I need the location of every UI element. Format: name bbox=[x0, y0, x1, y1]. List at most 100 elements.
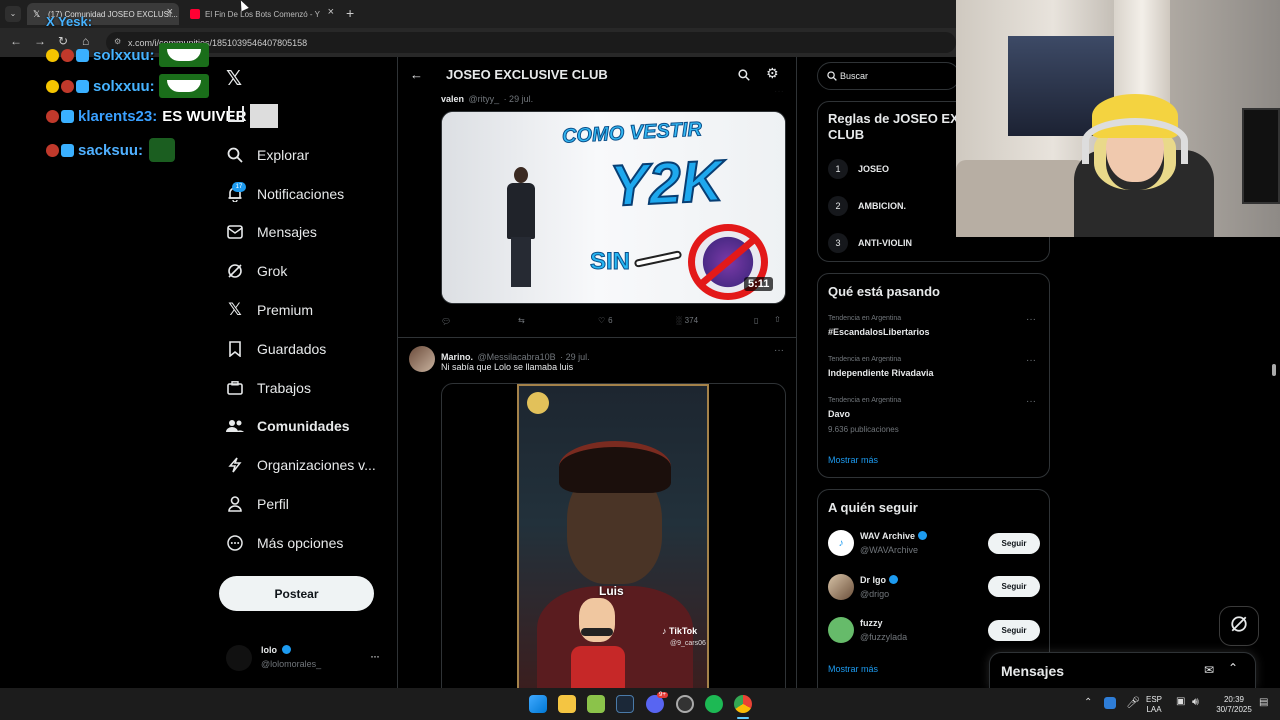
back-arrow-icon[interactable]: ← bbox=[410, 67, 423, 82]
tab-label: El Fin De Los Bots Comenzó - Y bbox=[205, 9, 321, 19]
sidebar-item-grok[interactable]: Grok bbox=[226, 256, 287, 286]
show-more-follow-link[interactable]: Mostrar más bbox=[828, 664, 878, 674]
repost-button[interactable]: ⇆ bbox=[518, 316, 525, 325]
sidebar-item-communities[interactable]: Comunidades bbox=[226, 411, 350, 441]
tray-app-icon[interactable] bbox=[1104, 697, 1116, 709]
verified-icon bbox=[281, 645, 291, 654]
back-arrow-icon[interactable]: ← bbox=[10, 34, 22, 48]
tray-chevron-icon[interactable]: ⌃ bbox=[1084, 697, 1092, 708]
search-icon[interactable] bbox=[738, 68, 750, 86]
follow-name[interactable]: fuzzy bbox=[860, 618, 883, 628]
url-field[interactable]: ⚙ x.com/i/communities/185103954640780515… bbox=[106, 32, 956, 53]
post-date[interactable]: · 29 jul. bbox=[560, 352, 590, 362]
spotify-icon[interactable] bbox=[705, 695, 723, 713]
chat-user: solxxuu: bbox=[93, 46, 155, 64]
follow-button[interactable]: Seguir bbox=[988, 620, 1040, 641]
sidebar-item-label: Perfil bbox=[257, 496, 289, 512]
new-tab-button[interactable]: + bbox=[346, 5, 354, 21]
keyboard-language[interactable]: ESP LAA bbox=[1146, 695, 1162, 715]
show-more-trends-link[interactable]: Mostrar más bbox=[828, 455, 878, 465]
badge-icon bbox=[46, 109, 59, 123]
share-button[interactable]: ⇧ bbox=[774, 315, 781, 324]
messages-drawer[interactable]: Mensajes ✉ ⌃ bbox=[989, 652, 1256, 688]
active-app-indicator bbox=[737, 717, 749, 719]
more-icon[interactable]: ··· bbox=[370, 649, 380, 663]
follow-button[interactable]: Seguir bbox=[988, 533, 1040, 554]
post-media[interactable]: Luis ♪ TikTok @9_cars06 bbox=[441, 383, 786, 688]
sidebar-item-premium[interactable]: 𝕏 Premium bbox=[226, 295, 313, 325]
notification-center-icon[interactable]: ▤ bbox=[1259, 697, 1268, 708]
close-tab-icon[interactable]: × bbox=[328, 6, 334, 18]
app-icon[interactable] bbox=[587, 695, 605, 713]
microphone-icon[interactable]: 🎤︎ bbox=[1126, 696, 1140, 709]
badge-icon bbox=[61, 143, 74, 157]
rule-label[interactable]: AMBICION. bbox=[858, 201, 906, 211]
sidebar-item-profile[interactable]: Perfil bbox=[226, 489, 289, 519]
follow-name[interactable]: Dr Igo bbox=[860, 575, 898, 585]
views-button[interactable]: ░ 374 bbox=[676, 316, 698, 325]
smile-emote-icon bbox=[158, 74, 209, 98]
chrome-icon[interactable] bbox=[734, 695, 752, 713]
sidebar-item-more[interactable]: Más opciones bbox=[226, 528, 343, 558]
new-message-icon[interactable]: ✉ bbox=[1204, 663, 1214, 677]
settings-gear-icon[interactable]: ⚙ bbox=[766, 65, 779, 82]
trend-more-icon[interactable]: ··· bbox=[1026, 396, 1036, 407]
grok-button[interactable] bbox=[1219, 606, 1259, 646]
expand-up-icon[interactable]: ⌃ bbox=[1228, 661, 1238, 675]
post-more-icon[interactable]: ··· bbox=[774, 345, 784, 356]
sidebar-item-organizations[interactable]: Organizaciones v... bbox=[226, 450, 376, 480]
sidebar-item-bookmarks[interactable]: Guardados bbox=[226, 334, 326, 364]
post-author[interactable]: valen bbox=[441, 94, 464, 104]
home-icon[interactable] bbox=[228, 106, 244, 122]
monitor bbox=[1242, 108, 1280, 204]
badge-icon bbox=[61, 79, 74, 93]
file-explorer-icon[interactable] bbox=[558, 695, 576, 713]
steam-icon[interactable] bbox=[616, 695, 634, 713]
obs-icon[interactable] bbox=[676, 695, 694, 713]
sidebar-item-jobs[interactable]: Trabajos bbox=[226, 373, 311, 403]
forward-arrow-icon[interactable]: → bbox=[34, 34, 46, 48]
reply-button[interactable]: 💬︎ bbox=[441, 317, 451, 326]
like-button[interactable]: ♡ 6 bbox=[598, 316, 613, 325]
post-divider bbox=[398, 337, 796, 338]
rule-label[interactable]: JOSEO bbox=[858, 164, 889, 174]
x-logo-icon[interactable]: 𝕏 bbox=[226, 66, 242, 91]
windows-start-icon[interactable] bbox=[529, 695, 547, 713]
avatar[interactable] bbox=[409, 346, 435, 372]
sidebar-item-messages[interactable]: Mensajes bbox=[226, 217, 317, 247]
badge-icon bbox=[76, 79, 89, 93]
smile-emote-icon bbox=[158, 43, 209, 67]
volume-icon[interactable]: 🔊︎ bbox=[1192, 696, 1199, 709]
sofa bbox=[956, 160, 1086, 237]
page-scrollbar[interactable] bbox=[1272, 364, 1276, 376]
follow-button[interactable]: Seguir bbox=[988, 576, 1040, 597]
post-date[interactable]: · 29 jul. bbox=[504, 94, 534, 104]
search-input[interactable]: Buscar bbox=[817, 62, 960, 90]
bookmark-button[interactable]: ▯ bbox=[754, 316, 758, 325]
sidebar-item-label: Notificaciones bbox=[257, 186, 345, 202]
sidebar-item-explore[interactable]: Explorar bbox=[226, 140, 309, 170]
thumb-title-2: Y2K bbox=[607, 147, 725, 220]
trend-more-icon[interactable]: ··· bbox=[1026, 355, 1036, 366]
badge-icon bbox=[46, 79, 59, 93]
clock[interactable]: 20:39 30/7/2025 bbox=[1212, 695, 1256, 715]
image-label: Luis bbox=[599, 584, 624, 598]
follow-name[interactable]: WAV Archive bbox=[860, 531, 927, 541]
badge-icon bbox=[61, 48, 74, 62]
chat-user: sacksuu: bbox=[78, 141, 144, 159]
video-thumbnail[interactable]: COMO VESTIR Y2K SIN 5:11 bbox=[441, 111, 786, 304]
tab-youtube[interactable]: El Fin De Los Bots Comenzó - Y × bbox=[184, 3, 340, 25]
post-button[interactable]: Postear bbox=[219, 576, 374, 611]
trend-more-icon[interactable]: ··· bbox=[1026, 314, 1036, 325]
avatar[interactable] bbox=[828, 617, 854, 643]
post-author[interactable]: Marino. bbox=[441, 352, 473, 362]
network-icon[interactable]: ▣ bbox=[1176, 696, 1185, 707]
avatar[interactable]: ♪ bbox=[828, 530, 854, 556]
close-tab-icon[interactable]: × bbox=[167, 6, 173, 18]
avatar[interactable] bbox=[828, 574, 854, 600]
tab-list-button[interactable]: ⌄ bbox=[5, 6, 21, 22]
rule-label[interactable]: ANTI-VIOLIN bbox=[858, 238, 912, 248]
post-handle[interactable]: @Messilacabra10B bbox=[477, 352, 555, 362]
post-handle[interactable]: @rityy_ bbox=[468, 94, 499, 104]
account-switcher[interactable]: lolo @lolomorales_ ··· bbox=[226, 643, 386, 675]
